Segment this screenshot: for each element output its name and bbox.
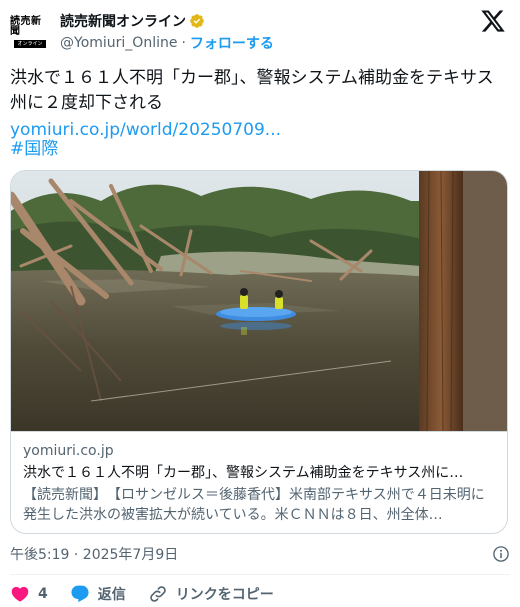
card-description: 【読売新聞】 【ロサンゼルス＝後藤香代】米南部テキサス州で４日未明に発生した洪水…: [23, 487, 485, 523]
handle[interactable]: @Yomiuri_Online: [60, 35, 177, 51]
copy-link-button[interactable]: リンクをコピー: [148, 584, 274, 604]
reply-label: 返信: [97, 587, 126, 603]
flood-photo: [11, 171, 507, 431]
copy-link-label: リンクをコピー: [175, 587, 274, 603]
card-image[interactable]: [11, 171, 507, 431]
heart-icon: [11, 586, 29, 602]
info-icon[interactable]: [492, 545, 510, 563]
card-title: 洪水で１６１人不明「カー郡」、警報システム補助金をテキサス州に…: [23, 465, 464, 481]
card-domain: yomiuri.co.jp: [23, 443, 114, 459]
reply-icon: [71, 585, 89, 603]
reply-button[interactable]: 返信: [70, 584, 126, 604]
link-icon: [149, 586, 166, 602]
follow-button[interactable]: フォローする: [190, 33, 274, 53]
avatar-logo-sub: オンライン: [14, 39, 46, 48]
link-card[interactable]: yomiuri.co.jp 洪水で１６１人不明「カー郡」、警報システム補助金をテ…: [10, 170, 508, 534]
timestamp-row: 午後5:19 · 2025年7月9日: [10, 543, 510, 565]
verified-badge-icon: [190, 14, 204, 28]
display-name[interactable]: 読売新聞オンライン: [60, 11, 186, 31]
action-bar: 4 返信 リンクをコピー: [10, 582, 296, 606]
hashtag-link[interactable]: #国際: [10, 137, 58, 162]
tweet-header: 読売新聞 オンライン 読売新聞オンライン @Yomiuri_Online · フ…: [0, 0, 520, 60]
name-row: 読売新聞オンライン: [60, 10, 205, 32]
divider: [10, 574, 510, 575]
separator-dot: ·: [181, 35, 186, 51]
card-body[interactable]: yomiuri.co.jp 洪水で１６１人不明「カー郡」、警報システム補助金をテ…: [11, 431, 507, 533]
like-count: 4: [38, 586, 48, 602]
timestamp[interactable]: 午後5:19 · 2025年7月9日: [10, 544, 178, 564]
tweet-text: 洪水で１６１人不明「カー郡」、警報システム補助金をテキサス州に２度却下される: [10, 68, 494, 113]
x-logo-icon[interactable]: [480, 8, 506, 34]
like-button[interactable]: 4: [10, 584, 48, 604]
handle-row: @Yomiuri_Online · フォローする: [60, 33, 274, 53]
avatar[interactable]: 読売新聞 オンライン: [10, 12, 50, 52]
avatar-logo-text: 読売新聞: [10, 15, 42, 37]
